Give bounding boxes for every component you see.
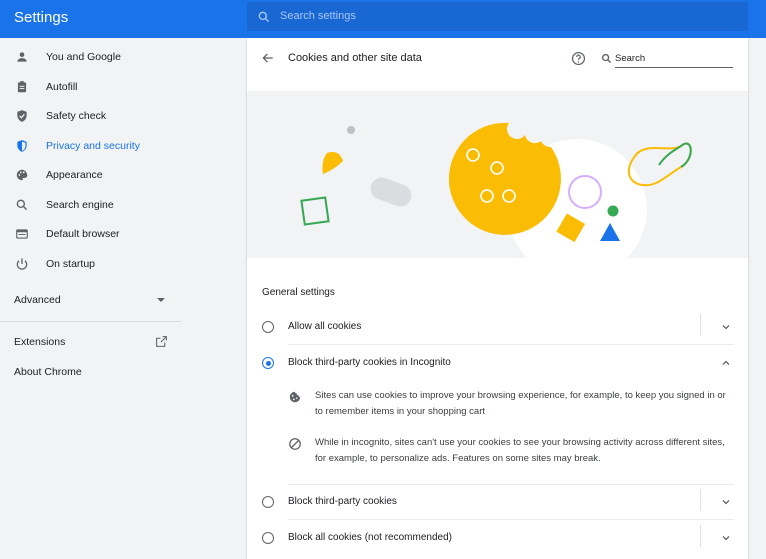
sidebar-item-on-startup[interactable]: On startup xyxy=(0,250,247,279)
option-label: Block all cookies (not recommended) xyxy=(288,532,452,543)
chevron-up-icon[interactable] xyxy=(720,357,732,369)
row-divider xyxy=(288,519,734,520)
sidebar-divider xyxy=(0,321,181,322)
cookie-shape xyxy=(448,122,561,235)
search-input[interactable]: Search settings xyxy=(280,10,356,22)
sidebar-item-you-and-google[interactable]: You and Google xyxy=(0,43,247,72)
detail-text: Sites can use cookies to improve your br… xyxy=(315,390,726,417)
radio-button[interactable] xyxy=(262,321,274,333)
row-separator xyxy=(700,314,701,336)
row-separator xyxy=(700,489,701,511)
option-block-all-cookies[interactable]: Block all cookies (not recommended) xyxy=(247,521,748,557)
sidebar-item-label: Autofill xyxy=(46,81,78,93)
browser-icon xyxy=(16,229,28,239)
option-label: Block third-party cookies in Incognito xyxy=(288,357,451,368)
search-underline xyxy=(615,67,733,68)
shield-check-icon xyxy=(17,110,27,122)
sidebar-item-label: Safety check xyxy=(46,110,107,122)
sidebar: You and Google Autofill Safety check Pri… xyxy=(0,38,247,559)
sidebar-item-privacy-and-security[interactable]: Privacy and security xyxy=(0,132,247,161)
row-separator xyxy=(700,525,701,547)
half-circle-shape xyxy=(322,152,343,174)
option-label: Block third-party cookies xyxy=(288,496,397,507)
radio-button[interactable] xyxy=(262,496,274,508)
pill-shape xyxy=(370,177,412,207)
arrow-back-icon[interactable] xyxy=(261,51,275,65)
option-allow-all-cookies[interactable]: Allow all cookies xyxy=(247,310,748,346)
search-settings-box[interactable]: Search settings xyxy=(247,2,748,31)
page-title: Cookies and other site data xyxy=(288,52,422,64)
sidebar-item-label: Appearance xyxy=(46,169,103,181)
square-shape xyxy=(300,196,330,226)
option-label: Allow all cookies xyxy=(288,321,362,332)
dot-shape xyxy=(347,126,355,134)
chevron-down-icon[interactable] xyxy=(720,496,732,508)
radio-button-checked[interactable] xyxy=(262,357,274,369)
sidebar-item-autofill[interactable]: Autofill xyxy=(0,73,247,102)
search-icon xyxy=(16,199,28,211)
sidebar-item-label: On startup xyxy=(46,258,96,270)
sidebar-item-search-engine[interactable]: Search engine xyxy=(0,191,247,220)
site-search-input[interactable]: Search xyxy=(615,53,645,64)
about-chrome-link[interactable]: About Chrome xyxy=(14,366,82,378)
advanced-toggle[interactable]: Advanced xyxy=(14,294,61,306)
palette-icon xyxy=(16,169,28,181)
shield-icon xyxy=(17,140,27,152)
cookie-icon xyxy=(289,391,301,403)
sidebar-item-safety-check[interactable]: Safety check xyxy=(0,102,247,131)
option-block-third-party-cookies[interactable]: Block third-party cookies xyxy=(247,485,748,521)
sidebar-item-label: Privacy and security xyxy=(46,140,140,152)
extensions-link[interactable]: Extensions xyxy=(14,336,65,348)
sidebar-item-label: Search engine xyxy=(46,199,114,211)
block-icon xyxy=(289,438,301,450)
power-icon xyxy=(16,258,28,270)
open-in-new-icon[interactable] xyxy=(155,335,168,348)
radio-button[interactable] xyxy=(262,532,274,544)
sidebar-item-default-browser[interactable]: Default browser xyxy=(0,220,247,249)
top-bar: Settings Search settings xyxy=(0,0,766,38)
cookies-settings-card: Cookies and other site data Search Gener… xyxy=(247,38,748,559)
search-icon xyxy=(601,53,612,64)
person-icon xyxy=(17,52,27,62)
app-title: Settings xyxy=(14,9,69,26)
option-block-third-party-incognito[interactable]: Block third-party cookies in Incognito xyxy=(247,346,748,382)
sidebar-item-label: Default browser xyxy=(46,228,120,240)
cookies-illustration xyxy=(247,91,748,258)
detail-text: While in incognito, sites can't use your… xyxy=(315,437,725,464)
search-icon xyxy=(258,11,270,23)
chevron-down-icon[interactable] xyxy=(720,321,732,333)
chevron-down-icon[interactable] xyxy=(720,532,732,544)
green-dot-shape xyxy=(607,205,619,217)
sidebar-item-appearance[interactable]: Appearance xyxy=(0,161,247,190)
illustration-graphic xyxy=(300,122,692,258)
chevron-down-icon[interactable] xyxy=(157,298,165,302)
help-icon[interactable] xyxy=(571,51,586,66)
general-settings-heading: General settings xyxy=(262,287,335,298)
clipboard-icon xyxy=(17,81,27,93)
sidebar-item-label: You and Google xyxy=(46,51,121,63)
row-divider xyxy=(288,344,734,345)
